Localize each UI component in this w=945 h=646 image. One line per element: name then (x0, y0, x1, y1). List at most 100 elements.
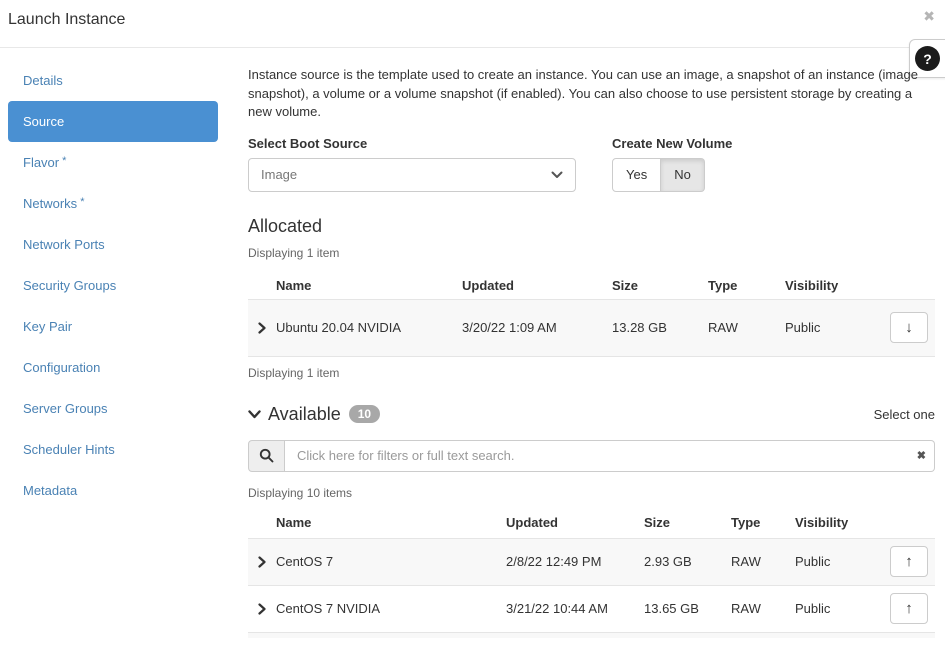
image-updated: 3/20/22 1:09 AM (462, 320, 612, 335)
sidebar-item-label: Source (23, 114, 64, 129)
clear-search-icon[interactable]: ✖ (917, 449, 926, 462)
sidebar-item-label: Key Pair (23, 319, 72, 334)
column-header-name: Name (276, 278, 462, 293)
image-updated: 3/21/22 10:44 AM (506, 601, 644, 616)
image-visibility: Public (795, 554, 879, 569)
table-row: Ubuntu 20.04 NVIDIA 3/20/22 1:09 AM 13.2… (248, 299, 935, 357)
sidebar-item-label: Security Groups (23, 278, 116, 293)
boot-source-label: Select Boot Source (248, 136, 612, 151)
table-row: CentOS 7 NVIDIA 3/21/22 10:44 AM 13.65 G… (248, 585, 935, 632)
sidebar-item-metadata[interactable]: Metadata (8, 470, 218, 511)
available-table: Name Updated Size Type Visibility CentOS… (248, 508, 935, 638)
search-input[interactable] (285, 440, 935, 472)
search-icon (259, 448, 274, 463)
expand-row-toggle[interactable] (248, 322, 276, 334)
image-name: CentOS 7 (276, 554, 506, 569)
available-section-header: Available 10 Select one (248, 404, 935, 425)
sidebar-item-label: Configuration (23, 360, 100, 375)
sidebar-item-details[interactable]: Details (8, 60, 218, 101)
collapse-available-toggle[interactable] (248, 410, 261, 419)
sidebar-item-security-groups[interactable]: Security Groups (8, 265, 218, 306)
arrow-down-icon: ↓ (905, 319, 913, 336)
image-size: 13.28 GB (612, 320, 708, 335)
image-type: RAW (731, 601, 795, 616)
modal-header: Launch Instance ✖ (0, 0, 945, 48)
sidebar-item-flavor[interactable]: Flavor* (8, 142, 218, 183)
table-row: CentOS 7 2/8/22 12:49 PM 2.93 GB RAW Pub… (248, 538, 935, 585)
arrow-up-icon: ↑ (905, 600, 913, 617)
sidebar-item-configuration[interactable]: Configuration (8, 347, 218, 388)
boot-source-field: Select Boot Source Image (248, 136, 612, 192)
row-actions: ↓ (879, 312, 935, 343)
sidebar-item-label: Networks (23, 196, 77, 211)
row-actions: ↑ (879, 593, 935, 624)
available-section-title: Available (268, 404, 341, 425)
column-header-visibility: Visibility (795, 515, 879, 530)
image-type: RAW (731, 554, 795, 569)
image-visibility: Public (795, 601, 879, 616)
search-button[interactable] (248, 440, 285, 472)
column-header-name: Name (276, 515, 506, 530)
image-updated: 2/8/22 12:49 PM (506, 554, 644, 569)
sidebar-item-label: Server Groups (23, 401, 108, 416)
sidebar-item-network-ports[interactable]: Network Ports (8, 224, 218, 265)
column-header-visibility: Visibility (785, 278, 879, 293)
source-description: Instance source is the template used to … (248, 66, 935, 122)
required-asterisk: * (62, 155, 66, 167)
allocate-button[interactable]: ↑ (890, 546, 928, 577)
expand-row-toggle[interactable] (248, 603, 276, 615)
column-header-type: Type (731, 515, 795, 530)
chevron-right-icon (258, 603, 266, 615)
create-volume-field: Create New Volume Yes No (612, 136, 732, 192)
sidebar-item-key-pair[interactable]: Key Pair (8, 306, 218, 347)
allocated-table-header: Name Updated Size Type Visibility (248, 273, 935, 299)
table-row-partial (248, 632, 935, 638)
sidebar-item-label: Details (23, 73, 63, 88)
sidebar-item-server-groups[interactable]: Server Groups (8, 388, 218, 429)
column-header-size: Size (644, 515, 731, 530)
image-name: Ubuntu 20.04 NVIDIA (276, 320, 462, 335)
create-volume-label: Create New Volume (612, 136, 732, 151)
close-icon[interactable]: ✖ (923, 8, 935, 25)
page-title: Launch Instance (8, 11, 125, 29)
column-header-size: Size (612, 278, 708, 293)
chevron-down-icon (551, 171, 563, 179)
column-header-type: Type (708, 278, 785, 293)
allocated-count-bottom: Displaying 1 item (248, 366, 935, 380)
boot-source-value: Image (261, 167, 551, 182)
allocated-table: Name Updated Size Type Visibility Ubuntu… (248, 273, 935, 357)
image-size: 2.93 GB (644, 554, 731, 569)
allocated-section-title: Allocated (248, 216, 935, 237)
create-volume-no-button[interactable]: No (661, 158, 705, 192)
image-size: 13.65 GB (644, 601, 731, 616)
image-name: CentOS 7 NVIDIA (276, 601, 506, 616)
image-search-bar: ✖ (248, 440, 935, 472)
source-step-panel: Instance source is the template used to … (248, 60, 935, 638)
image-type: RAW (708, 320, 785, 335)
sidebar-item-scheduler-hints[interactable]: Scheduler Hints (8, 429, 218, 470)
column-header-updated: Updated (506, 515, 644, 530)
available-count-badge: 10 (349, 405, 380, 423)
allocate-button[interactable]: ↑ (890, 593, 928, 624)
chevron-right-icon (258, 322, 266, 334)
sidebar-item-networks[interactable]: Networks* (8, 183, 218, 224)
row-actions: ↑ (879, 546, 935, 577)
arrow-up-icon: ↑ (905, 553, 913, 570)
column-header-updated: Updated (462, 278, 612, 293)
create-volume-yes-button[interactable]: Yes (612, 158, 661, 192)
deallocate-button[interactable]: ↓ (890, 312, 928, 343)
chevron-right-icon (258, 556, 266, 568)
create-volume-toggle: Yes No (612, 158, 705, 192)
expand-row-toggle[interactable] (248, 556, 276, 568)
chevron-down-icon (248, 410, 261, 419)
boot-source-form-row: Select Boot Source Image Create New Volu… (248, 136, 935, 192)
boot-source-select[interactable]: Image (248, 158, 576, 192)
sidebar-item-label: Scheduler Hints (23, 442, 115, 457)
sidebar-item-label: Metadata (23, 483, 77, 498)
sidebar-item-label: Network Ports (23, 237, 105, 252)
sidebar-item-source[interactable]: Source (8, 101, 218, 142)
required-asterisk: * (80, 196, 84, 208)
sidebar-item-label: Flavor (23, 155, 59, 170)
image-visibility: Public (785, 320, 879, 335)
select-one-hint: Select one (874, 407, 935, 422)
